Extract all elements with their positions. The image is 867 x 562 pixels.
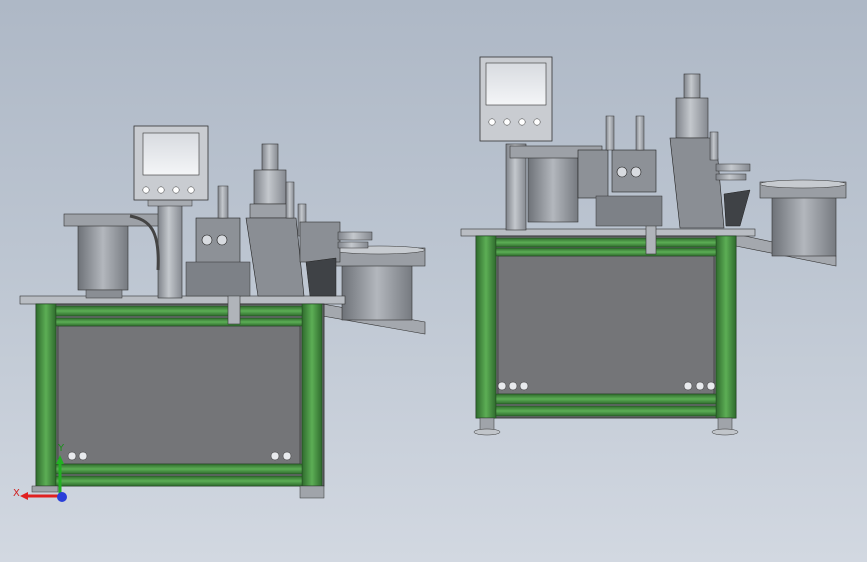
table-top-right	[460, 228, 756, 237]
machine-right[interactable]	[460, 56, 847, 436]
hmi-column-left	[147, 197, 193, 299]
base-frame-left	[31, 303, 325, 499]
base-frame-right	[473, 235, 739, 436]
cad-viewport[interactable]: X Y	[0, 0, 867, 562]
triad-x-label: X	[13, 488, 20, 499]
table-top-left	[19, 295, 346, 305]
vibratory-bowl-feeder-right	[735, 179, 847, 267]
triad-y-label: Y	[57, 443, 65, 454]
hmi-panel-right	[479, 56, 553, 142]
hmi-panel-left	[133, 125, 209, 201]
assembly-render: X Y	[13, 56, 847, 502]
press-cylinder-left	[245, 143, 307, 297]
press-cylinder-right	[669, 73, 751, 229]
machine-left[interactable]	[19, 125, 426, 499]
